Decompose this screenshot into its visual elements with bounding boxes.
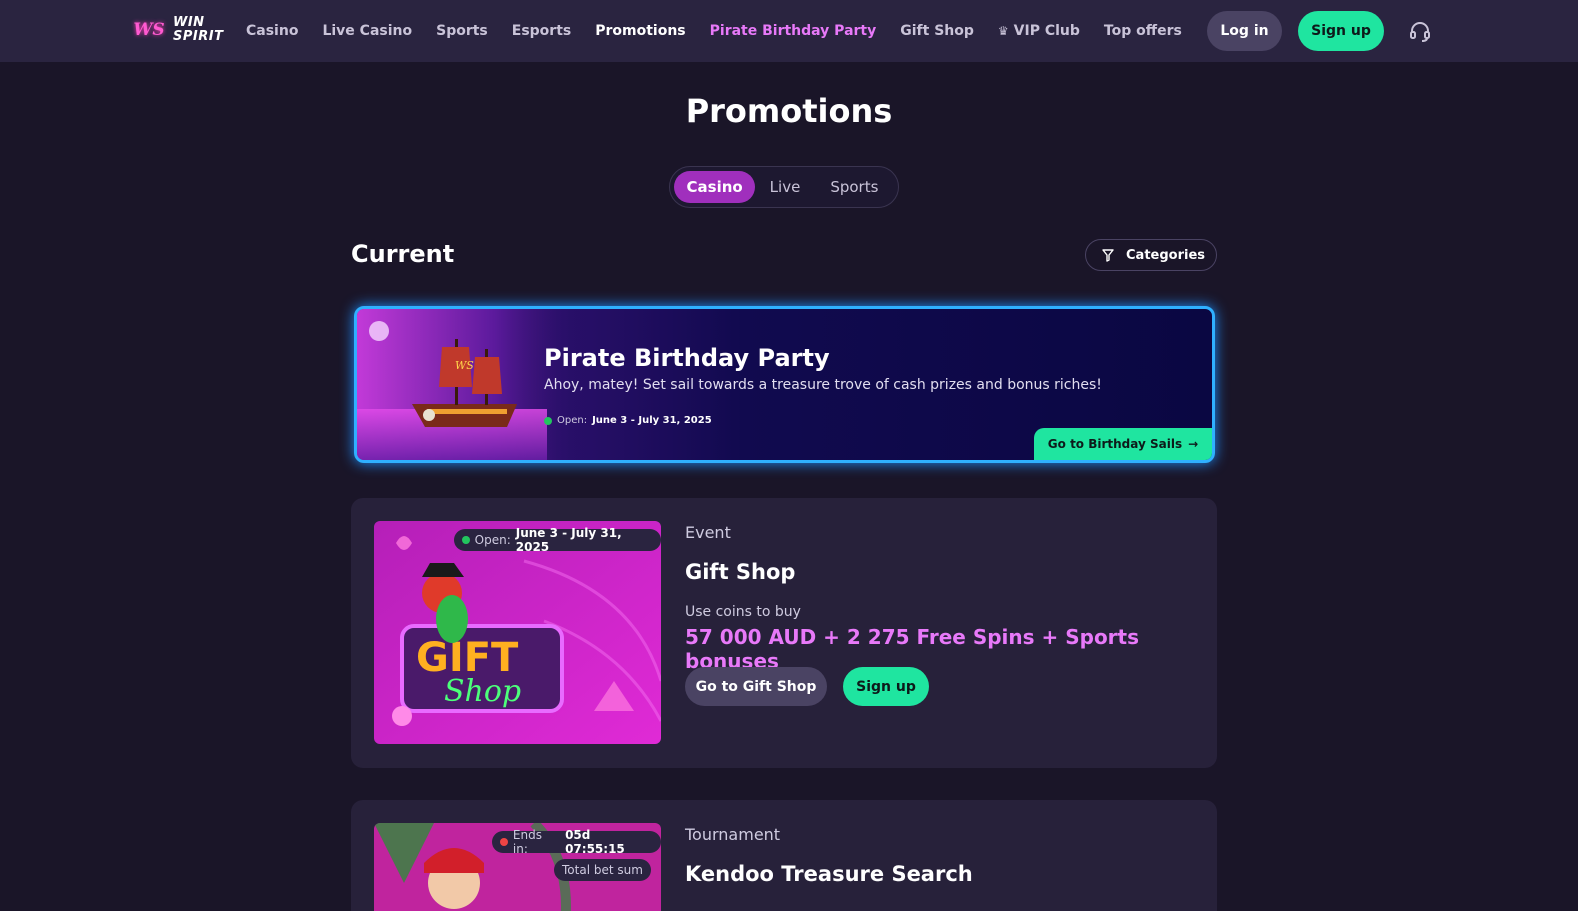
categories-label: Categories (1126, 247, 1206, 263)
card-title: Kendoo Treasure Search (685, 862, 973, 886)
chip-total-bet: Total bet sum (562, 863, 643, 877)
gift-shop-illustration: GIFT Shop (374, 521, 661, 744)
crown-icon: ♛ (997, 24, 1009, 38)
promo-tabs: Casino Live Sports (669, 166, 899, 208)
arrow-right-icon: → (1188, 437, 1199, 451)
signup-button[interactable]: Sign up (1298, 11, 1384, 51)
total-bet-chip: Total bet sum (554, 859, 651, 881)
banner-cta-label: Go to Birthday Sails (1047, 437, 1183, 451)
nav-casino[interactable]: Casino (246, 23, 298, 39)
status-dot (500, 838, 508, 846)
card-kind: Event (685, 523, 731, 542)
card-prize: 57 000 AUD + 2 275 Free Spins + Sports b… (685, 625, 1140, 673)
chip-prefix: Open: (474, 533, 511, 547)
go-to-gift-shop-button[interactable]: Go to Gift Shop (685, 667, 827, 706)
nav-live-casino[interactable]: Live Casino (322, 23, 412, 39)
banner-description: Ahoy, matey! Set sail towards a treasure… (544, 377, 1102, 393)
nav-pirate-birthday-party[interactable]: Pirate Birthday Party (710, 23, 877, 39)
chip-value: 05d 07:55:15 (565, 828, 625, 856)
gift-shop-image[interactable]: GIFT Shop Open: June 3 - July 31, 2025 (374, 521, 661, 744)
page-title: Promotions (685, 92, 893, 130)
nav-promotions[interactable]: Promotions (595, 23, 685, 39)
categories-button[interactable]: Categories (1085, 239, 1217, 271)
logo-text: WIN SPIRIT (173, 16, 223, 44)
card-subtitle: Use coins to buy (685, 604, 801, 620)
nav-vip-club[interactable]: ♛ VIP Club (998, 23, 1080, 39)
status-dot (462, 536, 470, 544)
logo-mark: WS (133, 20, 165, 40)
banner-title: Pirate Birthday Party (544, 344, 830, 372)
open-date-chip: Open: June 3 - July 31, 2025 (454, 526, 661, 554)
svg-text:WS: WS (455, 359, 474, 372)
ends-in-chip: Ends in: 05d 07:55:15 (492, 828, 661, 856)
section-title: Current (351, 240, 455, 268)
nav-sports[interactable]: Sports (436, 23, 488, 39)
promo-card-gift-shop: GIFT Shop Open: June 3 - July 31, 2025 E… (351, 498, 1217, 768)
headset-icon[interactable] (1408, 19, 1432, 43)
svg-text:Shop: Shop (444, 674, 521, 709)
banner-date-value: June 3 - July 31, 2025 (592, 415, 712, 426)
filter-icon (1102, 248, 1114, 262)
tab-sports[interactable]: Sports (815, 171, 894, 203)
chip-value: June 3 - July 31, 2025 (515, 526, 622, 554)
card-title: Gift Shop (685, 560, 796, 584)
kendoo-image[interactable]: Ends in: 05d 07:55:15 Total bet sum (374, 823, 661, 911)
card-kind: Tournament (685, 825, 781, 844)
main-nav: Casino Live Casino Sports Esports Promot… (246, 0, 1241, 62)
tab-live[interactable]: Live (755, 171, 814, 203)
nav-vip-club-label: VIP Club (1013, 23, 1080, 39)
nav-top-offers[interactable]: Top offers (1104, 23, 1182, 39)
pirate-party-banner[interactable]: WS Pirate Birthday Party Ahoy, matey! Se… (354, 306, 1215, 463)
card-signup-button[interactable]: Sign up (843, 667, 929, 706)
promo-card-kendoo: Ends in: 05d 07:55:15 Total bet sum Tour… (351, 800, 1217, 911)
chip-prefix: Ends in: (512, 828, 542, 856)
logo-text-spirit: SPIRIT (173, 29, 224, 44)
logo-text-win: WIN (173, 15, 205, 30)
go-to-birthday-sails-button[interactable]: Go to Birthday Sails → (1034, 428, 1212, 460)
status-dot (544, 416, 552, 425)
top-navigation-bar: WS WIN SPIRIT Casino Live Casino Sports … (0, 0, 1578, 62)
tab-casino[interactable]: Casino (674, 171, 756, 203)
brand-logo[interactable]: WS WIN SPIRIT (131, 12, 223, 48)
banner-date: Open: June 3 - July 31, 2025 (544, 415, 712, 426)
banner-date-prefix: Open: (557, 415, 588, 426)
login-button[interactable]: Log in (1207, 11, 1282, 51)
nav-gift-shop[interactable]: Gift Shop (900, 23, 974, 39)
nav-esports[interactable]: Esports (512, 23, 571, 39)
